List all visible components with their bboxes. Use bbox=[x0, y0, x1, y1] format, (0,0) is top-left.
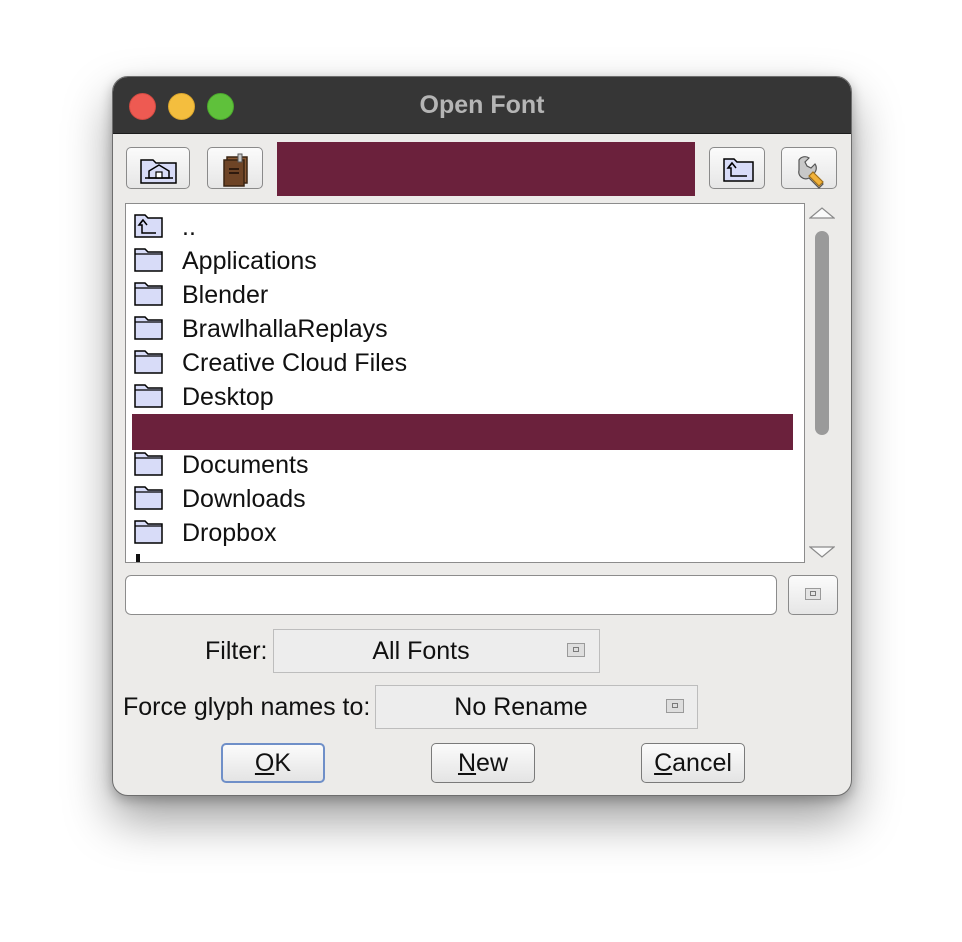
path-selector[interactable] bbox=[277, 142, 695, 196]
cancel-label-rest: ancel bbox=[672, 749, 732, 777]
glyph-rename-dropdown[interactable]: No Rename bbox=[375, 685, 698, 729]
folder-icon bbox=[134, 248, 163, 272]
filename-history-button[interactable] bbox=[788, 575, 838, 615]
folder-icon bbox=[134, 520, 163, 544]
folder-icon bbox=[134, 282, 163, 306]
list-item[interactable]: Blender bbox=[132, 278, 793, 312]
parent-dir-icon bbox=[134, 214, 163, 238]
scroll-up-arrow-icon[interactable] bbox=[809, 206, 835, 220]
ok-button[interactable]: OK bbox=[221, 743, 325, 783]
list-item[interactable]: Desktop bbox=[132, 380, 793, 414]
title-bar: Open Font bbox=[113, 77, 851, 134]
list-item-label: .. bbox=[182, 213, 196, 241]
window-title: Open Font bbox=[419, 91, 545, 119]
dropdown-marker-icon bbox=[805, 588, 821, 600]
list-item[interactable]: Creative Cloud Files bbox=[132, 346, 793, 380]
list-item-label: Downloads bbox=[182, 485, 306, 513]
list-item[interactable]: Downloads bbox=[132, 482, 793, 516]
list-item-label: Desktop bbox=[182, 383, 274, 411]
scroll-down-arrow-icon[interactable] bbox=[809, 545, 835, 559]
dropdown-marker-icon bbox=[666, 699, 684, 713]
cancel-mnemonic: C bbox=[654, 749, 673, 777]
list-item[interactable]: Applications bbox=[132, 244, 793, 278]
cancel-button[interactable]: Cancel bbox=[641, 743, 745, 783]
list-item-label: Applications bbox=[182, 247, 317, 275]
list-item[interactable]: Dropbox bbox=[132, 516, 793, 550]
folder-icon bbox=[134, 350, 163, 374]
folder-icon bbox=[134, 486, 163, 510]
folder-icon bbox=[134, 452, 163, 476]
new-mnemonic: N bbox=[457, 749, 477, 777]
list-item-parent[interactable]: .. bbox=[132, 210, 793, 244]
ok-label-rest: K bbox=[274, 749, 292, 777]
list-item-label: Dropbox bbox=[182, 519, 277, 547]
home-button[interactable] bbox=[126, 147, 190, 189]
parent-directory-button[interactable] bbox=[709, 147, 765, 189]
list-item-label: Documents bbox=[182, 451, 309, 479]
list-item[interactable]: Documents bbox=[132, 448, 793, 482]
dropdown-marker-icon bbox=[567, 643, 585, 657]
settings-button[interactable] bbox=[781, 147, 837, 189]
file-list-scrollbar[interactable] bbox=[805, 203, 839, 563]
list-item-label: Creative Cloud Files bbox=[182, 349, 408, 377]
force-glyph-names-label: Force glyph names to: bbox=[123, 693, 371, 721]
ok-mnemonic: O bbox=[254, 749, 275, 777]
list-item-selected[interactable] bbox=[132, 414, 793, 450]
folder-icon bbox=[134, 316, 163, 340]
filter-label: Filter: bbox=[205, 637, 268, 665]
list-overflow-hint bbox=[136, 554, 140, 562]
list-item[interactable]: BrawlhallaReplays bbox=[132, 312, 793, 346]
new-button[interactable]: New bbox=[431, 743, 535, 783]
parent-folder-icon bbox=[723, 158, 754, 182]
wrench-icon bbox=[798, 156, 824, 189]
list-item-label: BrawlhallaReplays bbox=[182, 315, 388, 343]
filter-selected-value: All Fonts bbox=[372, 637, 470, 665]
folder-icon bbox=[134, 384, 163, 408]
scrollbar-thumb[interactable] bbox=[815, 231, 829, 435]
home-folder-icon bbox=[140, 159, 177, 184]
new-label-rest: ew bbox=[476, 749, 509, 777]
list-item-label: Blender bbox=[182, 281, 269, 309]
bookmarks-button[interactable] bbox=[207, 147, 263, 189]
filter-dropdown[interactable]: All Fonts bbox=[273, 629, 600, 673]
open-font-dialog: Open Font .. Applications Blender Brawlh… bbox=[112, 76, 852, 796]
filename-input[interactable] bbox=[125, 575, 777, 615]
glyph-rename-selected-value: No Rename bbox=[454, 693, 588, 721]
file-list[interactable]: .. Applications Blender BrawlhallaReplay… bbox=[125, 203, 805, 563]
bookmark-book-icon bbox=[223, 153, 248, 187]
